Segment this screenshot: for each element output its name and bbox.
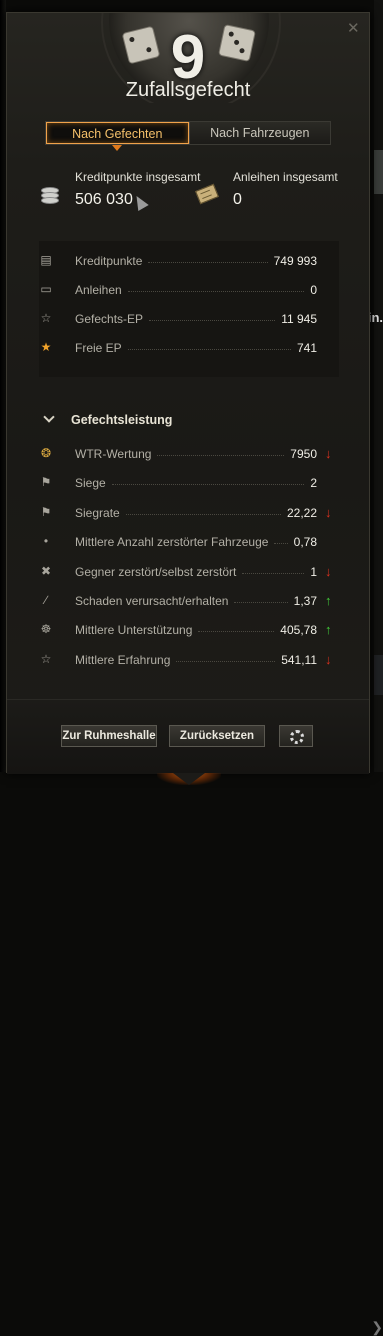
total-credits-label: Kreditpunkte insgesamt [75, 170, 201, 184]
chevron-right-icon: ❯ [371, 1319, 383, 1335]
star-outline-icon: ☆ [40, 311, 52, 325]
destroyed-vehicles-icon: • [43, 534, 49, 549]
row-value: 1,37 [293, 594, 317, 608]
kill-ratio-icon: ✖ [40, 563, 52, 578]
bonds-icon: ▭ [40, 282, 52, 296]
performance-row: ☸ Mittlere Unterstützung 405,78 ↑ [35, 619, 345, 641]
leader-dots [148, 262, 268, 263]
experience-icon: ☆ [40, 651, 52, 666]
leader-dots [149, 320, 275, 321]
leader-dots [242, 572, 304, 574]
trend-down-icon: ↓ [325, 651, 332, 667]
flag-icon: ⚑ [40, 475, 52, 490]
battle-type-title: Zufallsgefecht [125, 79, 251, 101]
trend-down-icon: ↓ [325, 446, 332, 461]
total-bonds-label: Anleihen insgesamt [233, 170, 338, 184]
row-value: 0 [310, 283, 317, 297]
leader-dots [157, 455, 284, 456]
row-label: Anleihen [75, 283, 122, 297]
performance-row: • Mittlere Anzahl zerstörter Fahrzeuge 0,7… [35, 531, 345, 553]
section-title: Gefechtsleistung [71, 413, 173, 427]
leader-dots [274, 543, 288, 545]
active-tab-indicator [112, 145, 123, 151]
performance-row: ☆ Mittlere Erfahrung 541,11 ↓ [35, 649, 345, 671]
trend-down-icon: ↓ [325, 563, 332, 579]
tab-label: Nach Fahrzeugen [210, 126, 310, 140]
trend-up-icon: ↑ [325, 622, 332, 638]
economy-row: ☆ Gefechts-EP 11 945 [35, 308, 345, 330]
economy-row: ★ Freie EP 741 [35, 337, 345, 359]
row-label: Gefechts-EP [75, 312, 144, 326]
leader-dots [198, 631, 274, 633]
chevron-down-icon [43, 411, 55, 423]
row-label: Gegner zerstört/selbst zerstört [75, 564, 237, 579]
economy-row: ▭ Anleihen 0 [35, 279, 345, 301]
tab-by-vehicles[interactable]: Nach Fahrzeugen [188, 122, 330, 144]
row-value: 749 993 [273, 254, 317, 268]
background-right: in. ❯ [368, 0, 383, 1335]
credits-icon [41, 187, 59, 204]
bonds-icon [195, 183, 219, 205]
bottom-notch [173, 773, 205, 785]
row-label: WTR-Wertung [75, 447, 152, 461]
row-value: 11 945 [281, 312, 317, 326]
hall-of-fame-button[interactable]: Zur Ruhmeshalle [61, 725, 157, 747]
star-gold-icon: ★ [40, 340, 52, 354]
total-bonds-value: 0 [233, 191, 242, 208]
totals-block: Kreditpunkte insgesamt 506 030 Anleihen … [35, 167, 345, 227]
row-value: 741 [296, 341, 317, 355]
performance-row: ∕ Schaden verursacht/erhalten 1,37 ↑ [35, 590, 345, 612]
trend-up-icon: ↑ [325, 593, 332, 608]
row-label: Siege [75, 476, 106, 491]
row-label: Mittlere Unterstützung [75, 623, 193, 638]
row-label: Mittlere Anzahl zerstörter Fahrzeuge [75, 535, 269, 550]
row-label: Siegrate [75, 505, 120, 520]
mouse-cursor-icon [131, 192, 149, 212]
row-label: Kreditpunkte [75, 254, 143, 268]
stats-tabs: Nach Gefechten Nach Fahrzeugen [45, 121, 331, 151]
credits-icon: ▤ [40, 253, 52, 267]
row-value: 405,78 [280, 623, 317, 638]
wtr-rating-icon: ❂ [40, 446, 52, 460]
session-stats-panel: ✕ 9 Zufallsgefecht Nach Gefechten Nach F… [6, 12, 370, 785]
performance-row: ❂ WTR-Wertung 7950 ↓ [35, 443, 345, 465]
economy-row: ▤ Kreditpunkte 749 993 [35, 250, 345, 272]
row-value: 22,22 [286, 505, 317, 520]
assist-icon: ☸ [40, 622, 52, 637]
settings-button[interactable] [279, 725, 313, 747]
row-label: Freie EP [75, 341, 122, 355]
leader-dots [128, 349, 291, 350]
flag-icon: ⚑ [40, 504, 52, 519]
row-value: 1 [310, 564, 317, 579]
gear-icon [290, 730, 304, 744]
leader-dots [128, 291, 304, 292]
leader-dots [176, 660, 275, 662]
tab-by-battles[interactable]: Nach Gefechten [46, 122, 189, 151]
performance-row: ⚑ Siege 2 [35, 472, 345, 494]
row-label: Schaden verursacht/erhalten [75, 594, 229, 608]
row-value: 541,11 [281, 652, 317, 667]
background-window-fragment: in. [368, 150, 383, 325]
leader-dots [126, 513, 281, 515]
row-value: 0,78 [293, 535, 317, 550]
damage-ratio-icon: ∕ [44, 593, 47, 607]
leader-dots [234, 602, 288, 603]
performance-row: ✖ Gegner zerstört/selbst zerstört 1 ↓ [35, 561, 345, 583]
background-text-fragment: in. [367, 310, 383, 325]
reset-button[interactable]: Zurücksetzen [169, 725, 265, 747]
leader-dots [112, 484, 304, 486]
performance-row: ⚑ Siegrate 22,22 ↓ [35, 502, 345, 524]
row-value: 2 [310, 476, 317, 491]
background-window-fragment-2: ❯ [371, 655, 383, 1335]
row-value: 7950 [290, 447, 317, 461]
tab-label: Nach Gefechten [72, 127, 163, 141]
total-credits-value: 506 030 [75, 191, 133, 208]
performance-section-header[interactable]: Gefechtsleistung [43, 411, 173, 427]
row-label: Mittlere Erfahrung [75, 652, 171, 667]
trend-down-icon: ↓ [325, 504, 332, 520]
